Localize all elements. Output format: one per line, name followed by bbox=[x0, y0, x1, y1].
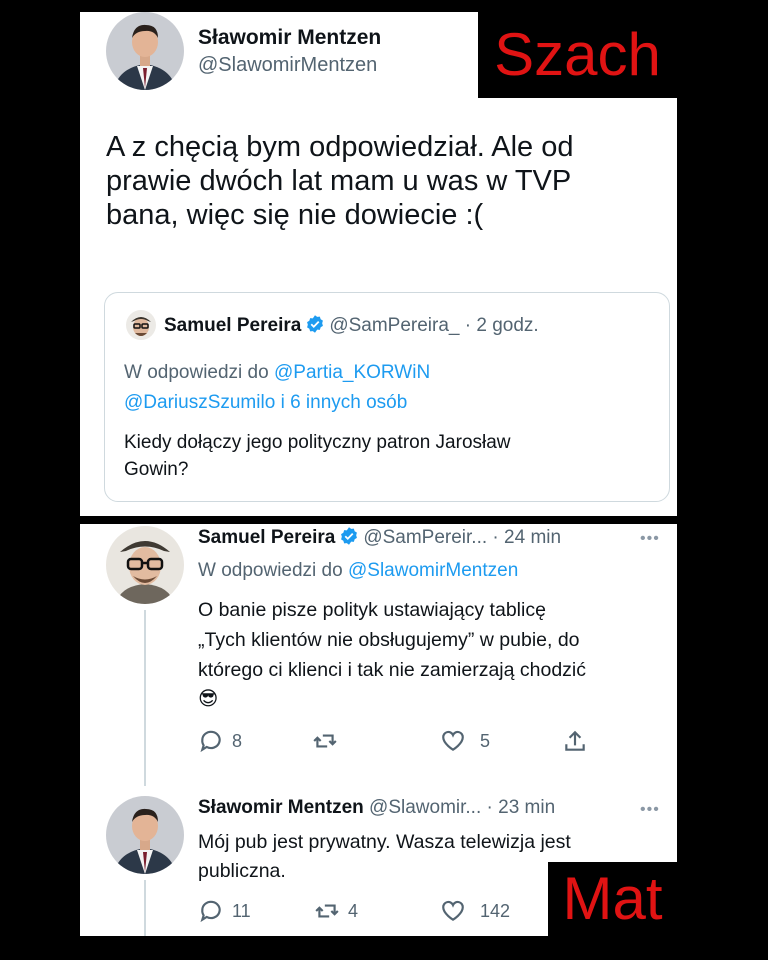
reply1-text: O banie pisze polityk ustawiający tablic… bbox=[198, 596, 586, 715]
heart-icon bbox=[442, 900, 464, 921]
reply2-author-name[interactable]: Sławomir Mentzen bbox=[198, 797, 364, 818]
retweet-icon bbox=[313, 734, 337, 748]
quoted-tweet-time[interactable]: · 2 godz. bbox=[465, 315, 539, 336]
comment-icon bbox=[200, 900, 221, 923]
verified-badge-icon bbox=[305, 314, 325, 334]
mentzen-avatar[interactable] bbox=[106, 12, 184, 90]
reply1-like-button[interactable]: 5 bbox=[440, 728, 490, 754]
reply2-retweet-button[interactable]: 4 bbox=[314, 898, 358, 924]
more-options-icon[interactable]: ••• bbox=[640, 801, 660, 819]
reply1-retweet-button[interactable] bbox=[312, 728, 346, 754]
quoted-tweet-author-name[interactable]: Samuel Pereira bbox=[164, 315, 301, 336]
reply2-header: Sławomir Mentzen @Slawomir... · 23 min bbox=[198, 797, 555, 819]
reply1-reply-count: 8 bbox=[232, 730, 243, 751]
comment-icon bbox=[200, 730, 221, 753]
reply2-like-button[interactable]: 142 bbox=[440, 898, 510, 924]
reply-prefix: W odpowiedzi do bbox=[124, 362, 269, 383]
main-tweet-text-line: A z chęcią bym odpowiedział. Ale od bbox=[106, 131, 574, 163]
reply2-like-count: 142 bbox=[480, 900, 511, 921]
reply1-text-line: „Tych klientów nie obsługujemy” w pubie,… bbox=[198, 628, 580, 651]
thread-connector-line bbox=[144, 880, 146, 936]
reply2-reply-button[interactable]: 11 bbox=[198, 898, 251, 924]
thread-connector-line bbox=[144, 610, 146, 786]
sunglasses-emoji: 😎 bbox=[198, 688, 219, 711]
reply1-reply-button[interactable]: 8 bbox=[198, 728, 242, 754]
retweet-icon bbox=[315, 904, 339, 918]
reply-others-link[interactable]: i 6 innych osób bbox=[281, 392, 408, 413]
reply2-text-line: Mój pub jest prywatny. Wasza telewizja j… bbox=[198, 831, 571, 853]
reply1-share-button[interactable] bbox=[562, 728, 588, 754]
more-options-icon[interactable]: ••• bbox=[640, 530, 660, 548]
reply2-reply-count: 11 bbox=[232, 900, 251, 921]
reply2-author-handle[interactable]: @Slawomir... bbox=[369, 797, 481, 818]
reply1-like-count: 5 bbox=[480, 730, 491, 751]
main-tweet-text: A z chęcią bym odpowiedział. Ale od praw… bbox=[106, 130, 574, 233]
quoted-tweet-text: Kiedy dołączy jego polityczny patron Jar… bbox=[124, 430, 511, 483]
verified-badge-icon bbox=[339, 526, 359, 546]
quoted-tweet-author-handle[interactable]: @SamPereira_ bbox=[329, 315, 459, 336]
main-tweet-author-handle[interactable]: @SlawomirMentzen bbox=[198, 54, 377, 77]
main-tweet-text-line: bana, więc się nie dowiecie :( bbox=[106, 199, 484, 232]
szach-label: Szach bbox=[478, 12, 677, 98]
reply-mention-link[interactable]: @SlawomirMentzen bbox=[348, 560, 518, 581]
reply1-author-name[interactable]: Samuel Pereira bbox=[198, 527, 335, 548]
reply2-text-line: publiczna. bbox=[198, 859, 286, 882]
reply1-text-line: O banie pisze polityk ustawiający tablic… bbox=[198, 599, 546, 621]
reply1-text-line: którego ci klienci i tak nie zamierzają … bbox=[198, 658, 587, 681]
quoted-tweet-reply-info: W odpowiedzi do @Partia_KORWiN @DariuszS… bbox=[124, 358, 430, 419]
mat-label: Mat bbox=[548, 862, 677, 936]
share-icon bbox=[565, 730, 585, 751]
heart-icon bbox=[442, 730, 464, 751]
main-tweet-author-name[interactable]: Sławomir Mentzen bbox=[198, 26, 381, 50]
reply1-time[interactable]: · 24 min bbox=[492, 527, 561, 548]
pereira-avatar[interactable] bbox=[106, 526, 184, 604]
reply1-reply-info: W odpowiedzi do @SlawomirMentzen bbox=[198, 560, 518, 582]
reply2-retweet-count: 4 bbox=[348, 900, 359, 921]
reply-mention-link[interactable]: @DariuszSzumilo bbox=[124, 392, 275, 413]
quoted-tweet-text-line: Gowin? bbox=[124, 458, 189, 480]
reply1-header: Samuel Pereira @SamPereir... · 24 min bbox=[198, 526, 561, 549]
main-tweet-text-line: prawie dwóch lat mam u was w TVP bbox=[106, 165, 572, 198]
reply2-text: Mój pub jest prywatny. Wasza telewizja j… bbox=[198, 828, 571, 885]
reply-prefix: W odpowiedzi do bbox=[198, 560, 343, 581]
quoted-tweet-author-row: Samuel Pereira @SamPereira_ · 2 godz. bbox=[164, 314, 539, 337]
reply1-author-handle[interactable]: @SamPereir... bbox=[363, 527, 487, 548]
reply2-time[interactable]: · 23 min bbox=[487, 797, 556, 818]
reply-mention-link[interactable]: @Partia_KORWiN bbox=[274, 362, 430, 383]
mentzen-avatar[interactable] bbox=[106, 796, 184, 874]
quoted-tweet-text-line: Kiedy dołączy jego polityczny patron Jar… bbox=[124, 432, 511, 453]
pereira-small-avatar[interactable] bbox=[126, 310, 156, 340]
